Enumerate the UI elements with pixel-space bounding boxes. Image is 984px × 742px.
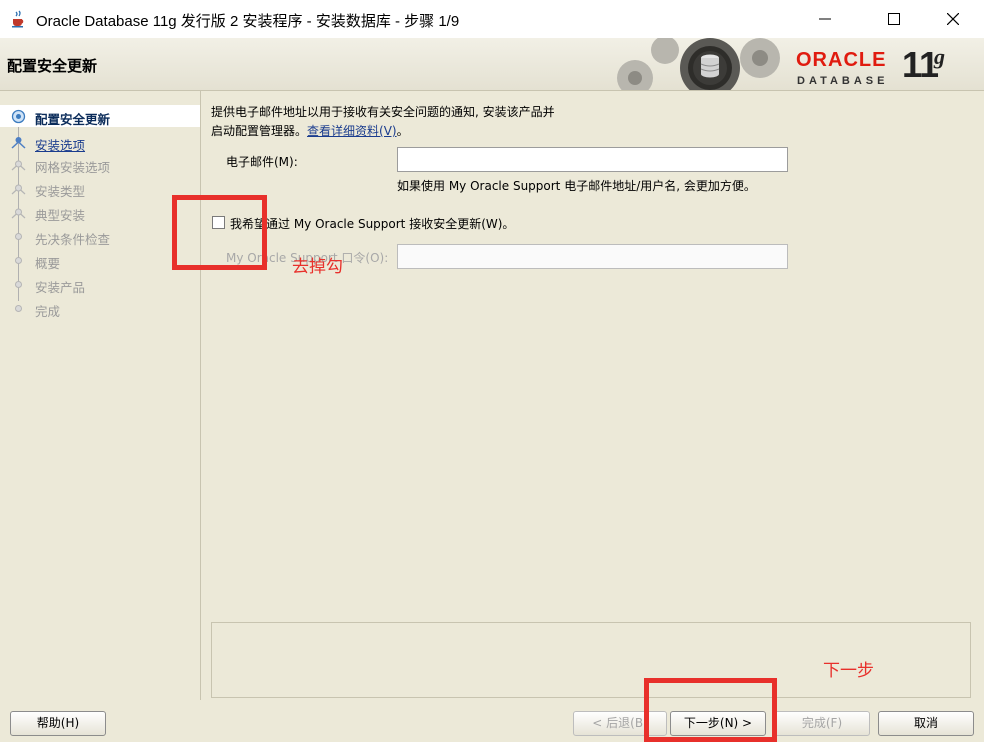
close-icon (947, 13, 959, 25)
minimize-icon (819, 18, 831, 20)
maximize-icon (888, 13, 900, 25)
finish-button[interactable]: 完成(F) (774, 711, 870, 736)
page-header: 配置安全更新 ORACLE DATABASE 11 g (0, 38, 984, 91)
step-configure-security-updates: 配置安全更新 (0, 105, 200, 127)
step-install-options[interactable]: 安装选项 (0, 131, 200, 153)
step-label: 概要 (35, 256, 61, 271)
intro-period: 。 (396, 124, 409, 138)
button-bar: 帮助(H) < 后退(B) 下一步(N) > 完成(F) 取消 (0, 700, 984, 742)
window-title-bar: Oracle Database 11g 发行版 2 安装程序 - 安装数据库 -… (0, 0, 984, 39)
page-title: 配置安全更新 (7, 57, 98, 75)
pending-step-icon (11, 137, 26, 149)
step-label: 网格安装选项 (35, 160, 111, 175)
version-suffix-text: g (934, 44, 945, 69)
email-hint: 如果使用 My Oracle Support 电子邮件地址/用户名, 会更加方便… (397, 179, 756, 193)
oracle-logo-text: ORACLE (796, 49, 887, 71)
step-typical-install: 典型安装 (0, 201, 200, 223)
step-label: 完成 (35, 304, 61, 319)
current-step-icon (11, 109, 26, 124)
intro-text-line2: 启动配置管理器。查看详细资料(V)。 (211, 122, 409, 139)
password-field[interactable] (397, 244, 788, 269)
step-grid-install-options: 网格安装选项 (0, 153, 200, 175)
disabled-step-icon (15, 305, 22, 312)
window-title: Oracle Database 11g 发行版 2 安装程序 - 安装数据库 -… (36, 13, 460, 30)
uncheck-annotation-text: 去掉勾 (292, 257, 343, 277)
step-label: 先决条件检查 (35, 232, 111, 247)
main-content: 提供电子邮件地址以用于接收有关安全问题的通知, 安装该产品并 启动配置管理器。查… (201, 91, 984, 700)
close-button[interactable] (930, 0, 976, 38)
disabled-step-icon (15, 233, 22, 240)
maximize-button[interactable] (871, 0, 917, 38)
next-annotation-text: 下一步 (823, 661, 874, 681)
step-install-type: 安装类型 (0, 177, 200, 199)
email-label: 电子邮件(M): (226, 155, 298, 169)
next-annotation-box (644, 678, 777, 742)
steps-sidebar: 配置安全更新 安装选项 网格安装选项 安装类型 典型安装 先决条件检查 概要 安… (0, 91, 201, 700)
version-logo-text: 11 (902, 44, 939, 85)
email-field[interactable] (397, 147, 788, 172)
step-finish: 完成 (0, 297, 200, 319)
step-label: 典型安装 (35, 208, 86, 223)
disabled-step-icon (11, 208, 26, 219)
uncheck-annotation-box (172, 195, 267, 270)
minimize-button[interactable] (802, 0, 848, 38)
step-label: 配置安全更新 (35, 112, 111, 127)
view-details-link[interactable]: 查看详细资料(V) (307, 124, 397, 138)
step-label: 安装类型 (35, 184, 86, 199)
step-summary: 概要 (0, 249, 200, 271)
disabled-step-icon (15, 281, 22, 288)
cancel-button[interactable]: 取消 (878, 711, 974, 736)
disabled-step-icon (15, 257, 22, 264)
step-install-product: 安装产品 (0, 273, 200, 295)
disabled-step-icon (11, 184, 26, 195)
help-button[interactable]: 帮助(H) (10, 711, 106, 736)
step-label: 安装产品 (35, 280, 86, 295)
gears-banner-icon (617, 38, 780, 90)
step-prerequisite-checks: 先决条件检查 (0, 225, 200, 247)
intro-text-line2-label: 启动配置管理器。 (211, 124, 308, 138)
security-updates-checkbox-label[interactable]: 我希望通过 My Oracle Support 接收安全更新(W)。 (230, 215, 514, 232)
step-label: 安装选项 (35, 138, 86, 153)
disabled-step-icon (11, 160, 26, 171)
java-coffee-icon (12, 10, 24, 28)
database-logo-text: DATABASE (797, 75, 889, 87)
intro-text-line1: 提供电子邮件地址以用于接收有关安全问题的通知, 安装该产品并 (211, 105, 555, 119)
